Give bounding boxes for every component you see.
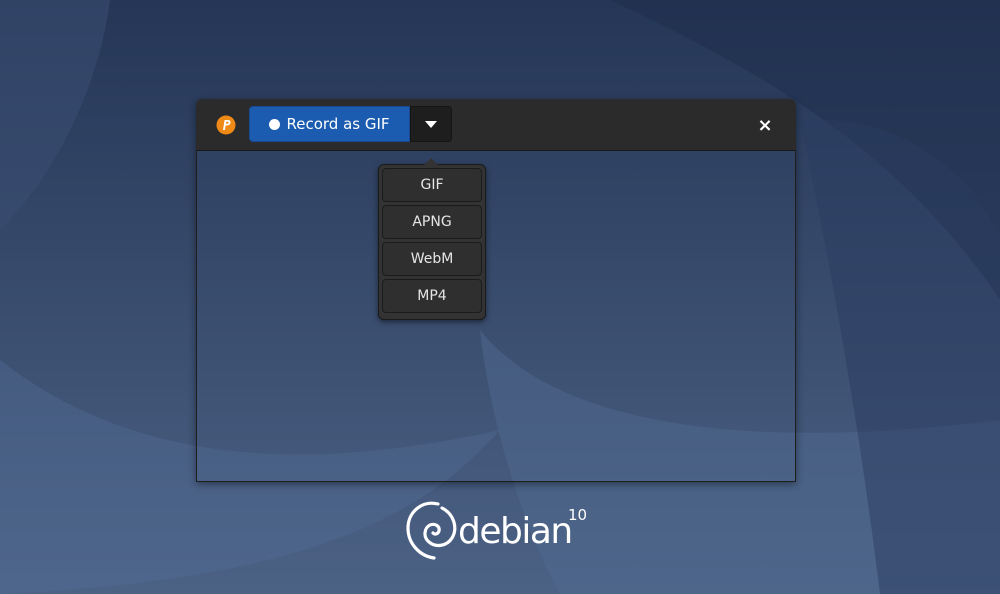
record-button-label: Record as GIF (286, 115, 390, 133)
format-option-gif[interactable]: GIF (382, 168, 482, 202)
format-option-webm[interactable]: WebM (382, 242, 482, 276)
peek-logo-icon (216, 115, 236, 135)
close-icon: × (757, 114, 773, 136)
format-option-mp4[interactable]: MP4 (382, 279, 482, 313)
capture-area (196, 151, 796, 482)
debian-version: 10 (568, 506, 588, 524)
headerbar: Record as GIF × (196, 99, 796, 151)
close-button[interactable]: × (751, 111, 779, 139)
popover-arrow (424, 158, 438, 165)
record-button[interactable]: Record as GIF (249, 106, 410, 142)
format-popover: GIF APNG WebM MP4 (378, 158, 486, 320)
debian-logo: debian 10 (402, 498, 592, 562)
debian-wordmark: debian (458, 511, 573, 552)
record-dot-icon (269, 118, 281, 130)
format-dropdown-button[interactable] (410, 106, 452, 142)
triangle-down-icon (425, 120, 437, 128)
peek-window: Record as GIF × (196, 99, 796, 482)
debian-swirl-icon (406, 501, 457, 560)
format-option-apng[interactable]: APNG (382, 205, 482, 239)
